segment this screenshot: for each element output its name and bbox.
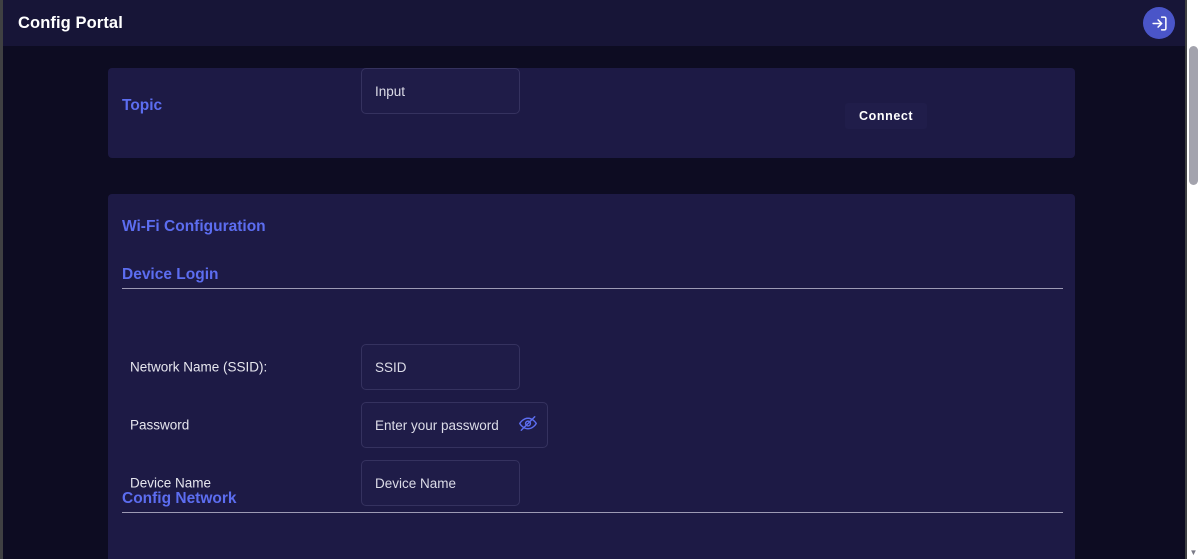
password-input[interactable]: Enter your password	[361, 402, 548, 448]
password-label: Password	[130, 417, 190, 433]
scroll-down-arrow-icon[interactable]: ▼	[1187, 549, 1200, 557]
device-name-label: Device Name	[130, 475, 212, 491]
password-input-placeholder: Enter your password	[375, 417, 499, 433]
device-login-title: Device Login	[122, 266, 219, 283]
app-header: Config Portal	[0, 0, 1187, 46]
form-row-device-name: Device Name Device Name	[108, 460, 1075, 506]
topic-label: Topic	[122, 97, 163, 114]
device-name-input[interactable]: Device Name	[361, 460, 520, 506]
ssid-input-placeholder: SSID	[375, 359, 407, 375]
divider-wifi	[122, 288, 1063, 289]
toggle-password-visibility-button[interactable]	[519, 415, 537, 436]
eye-off-icon	[519, 415, 537, 436]
device-name-input-placeholder: Device Name	[375, 475, 457, 491]
config-network-title: Config Network	[122, 490, 237, 507]
wifi-configuration-panel: Wi-Fi Configuration Device Login Network…	[108, 194, 1075, 559]
sign-in-icon	[1151, 15, 1168, 32]
ssid-label: Network Name (SSID):	[130, 359, 268, 375]
topic-panel: Topic Input Connect	[108, 68, 1075, 158]
scrollbar-thumb[interactable]	[1189, 46, 1198, 185]
page-content: Topic Input Connect Wi-Fi Configuration …	[0, 46, 1187, 559]
topic-input[interactable]: Input	[361, 68, 520, 114]
connect-button[interactable]: Connect	[845, 103, 928, 129]
form-row-ssid: Network Name (SSID): SSID	[108, 344, 1075, 390]
page-title: Config Portal	[18, 13, 123, 32]
ssid-input[interactable]: SSID	[361, 344, 520, 390]
window-left-edge	[0, 0, 3, 559]
wifi-configuration-title: Wi-Fi Configuration	[122, 218, 266, 235]
form-row-password: Password Enter your password	[108, 402, 1075, 448]
topic-input-placeholder: Input	[375, 83, 406, 99]
divider-config-network	[122, 512, 1063, 513]
vertical-scrollbar[interactable]: ▼	[1187, 0, 1200, 559]
login-button[interactable]	[1143, 7, 1175, 39]
